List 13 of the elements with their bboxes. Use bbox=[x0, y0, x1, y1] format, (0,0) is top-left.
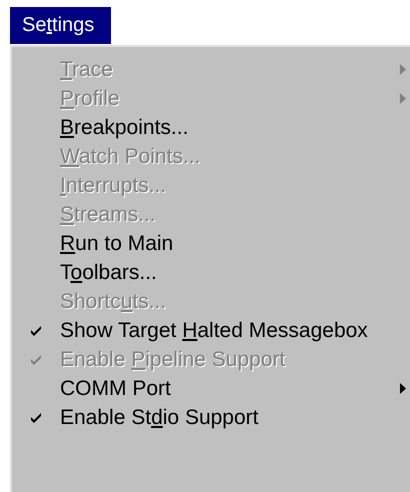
menu-item[interactable]: Run to Main bbox=[12, 229, 410, 258]
menu-item[interactable]: COMM Port bbox=[12, 374, 410, 403]
menu-item[interactable]: Enable Stdio Support bbox=[12, 403, 410, 432]
checkmark-icon bbox=[30, 325, 42, 336]
submenu-arrow-icon bbox=[400, 93, 406, 104]
submenu-arrow-icon bbox=[400, 64, 406, 75]
checkmark-icon bbox=[30, 354, 42, 365]
menu-item[interactable]: Breakpoints... bbox=[12, 113, 410, 142]
submenu-arrow-icon bbox=[400, 383, 406, 394]
menu-item[interactable]: Show Target Halted Messagebox bbox=[12, 316, 410, 345]
menu-title[interactable]: Settings bbox=[10, 7, 111, 44]
checkmark-icon bbox=[30, 412, 42, 423]
menu-item[interactable]: Toolbars... bbox=[12, 258, 410, 287]
